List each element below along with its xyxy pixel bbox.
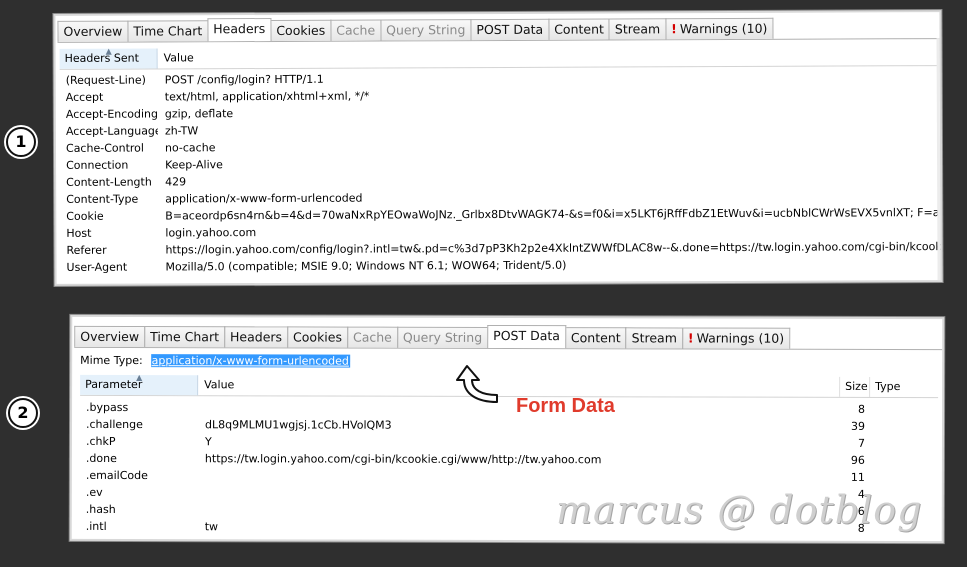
column-type[interactable]: Type <box>869 376 939 398</box>
tab-cache[interactable]: Cache <box>330 19 382 41</box>
column-parameter[interactable]: ▲ Parameter <box>80 373 199 396</box>
header-name: Referer <box>66 243 107 257</box>
tab-stream[interactable]: Stream <box>608 18 667 40</box>
tab-label: Time Chart <box>133 23 203 39</box>
tab-overview[interactable]: Overview <box>57 20 129 42</box>
exclamation-icon: ! <box>687 330 694 346</box>
tab-label: Cookies <box>293 329 343 345</box>
param-name: .hash <box>85 502 116 516</box>
tab-warnings-10[interactable]: ! Warnings (10) <box>681 327 791 349</box>
param-size: 39 <box>850 419 866 433</box>
watermark: marcus @ dotblog <box>556 488 923 532</box>
curved-arrow-up-icon <box>456 365 498 403</box>
column-value[interactable]: Value <box>199 375 839 397</box>
header-value: Mozilla/5.0 (compatible; MSIE 9.0; Windo… <box>165 258 567 274</box>
header-name: Accept-Encoding <box>65 107 158 121</box>
tab-label: Cookies <box>276 22 326 38</box>
headers-column-header: ▲ Headers Sent Value <box>59 45 940 70</box>
form-data-annotation: Form Data <box>516 395 615 417</box>
tab-label: Cache <box>336 22 376 38</box>
param-name: .emailCode <box>85 468 148 483</box>
header-name: (Request-Line) <box>65 73 146 87</box>
headers-panel: Overview Time Chart Headers Cookies Cache Que… <box>55 12 941 284</box>
tab-time-chart[interactable]: Time Chart <box>144 326 226 348</box>
header-name: User-Agent <box>66 260 128 274</box>
header-name: Accept <box>65 90 104 104</box>
param-name: .intl <box>85 519 107 533</box>
tab-label: Warnings (10) <box>696 330 785 346</box>
mime-type-value[interactable]: application/x-www-form-urlencoded <box>150 354 350 368</box>
param-name: .challenge <box>85 417 143 432</box>
param-value: Y <box>204 435 212 449</box>
tab-label: Query String <box>402 329 483 345</box>
tab-content[interactable]: Content <box>564 327 627 349</box>
tab-label: Headers <box>230 329 283 345</box>
param-name: .ev <box>85 485 103 499</box>
param-name: .bypass <box>86 400 129 415</box>
tab-post-data[interactable]: POST Data <box>470 18 550 41</box>
header-name: Cookie <box>66 209 104 223</box>
tab-label: POST Data <box>476 21 544 38</box>
param-size: 96 <box>850 453 865 467</box>
tab-label: POST Data <box>493 327 560 344</box>
vertical-scrollbar[interactable] <box>936 38 941 281</box>
tab-headers[interactable]: Headers <box>207 17 272 42</box>
step-2-badge: 2 <box>8 398 38 428</box>
column-headers-sent[interactable]: ▲ Headers Sent <box>59 47 158 69</box>
inspector-tab-bar: Overview Time Chart Headers Cookies Cache Que… <box>74 324 943 351</box>
tab-stream[interactable]: Stream <box>625 327 683 349</box>
tab-label: Stream <box>614 21 661 37</box>
param-size: 11 <box>850 470 865 484</box>
param-name: .chkP <box>85 434 116 448</box>
tab-query-string[interactable]: Query String <box>380 19 472 41</box>
sort-ascending-icon: ▲ <box>136 373 143 383</box>
tab-label: Time Chart <box>150 329 220 345</box>
tab-label: Content <box>554 21 604 37</box>
tab-label: Headers <box>213 21 266 37</box>
tab-label: Warnings (10) <box>679 20 768 37</box>
param-size: 7 <box>857 436 865 450</box>
tab-content[interactable]: Content <box>548 18 610 40</box>
param-value: https://tw.login.yahoo.com/cgi-bin/kcook… <box>204 452 602 467</box>
exclamation-icon: ! <box>671 21 677 37</box>
inspector-tab-bar: Overview Time Chart Headers Cookies Cache Que… <box>57 16 940 43</box>
tab-label: Cache <box>352 329 392 345</box>
header-name: Content-Type <box>66 192 139 206</box>
tab-warnings-10[interactable]: ! Warnings (10) <box>665 17 774 40</box>
tab-overview[interactable]: Overview <box>74 325 146 348</box>
tab-label: Content <box>570 330 621 346</box>
param-value: dL8q9MLMU1wgjsj.1cCb.HVolQM3 <box>204 418 392 432</box>
tab-cookies[interactable]: Cookies <box>287 326 349 348</box>
tab-time-chart[interactable]: Time Chart <box>127 20 209 42</box>
tab-cache[interactable]: Cache <box>346 326 398 348</box>
column-size[interactable]: Size <box>839 376 870 397</box>
tab-cookies[interactable]: Cookies <box>270 19 332 41</box>
header-row[interactable]: User-Agent Mozilla/5.0 (compatible; MSIE … <box>60 255 940 276</box>
header-name: Host <box>66 226 92 240</box>
tab-query-string[interactable]: Query String <box>396 326 489 348</box>
sort-ascending-icon: ▲ <box>105 46 112 56</box>
step-1-badge: 1 <box>6 127 36 157</box>
header-name: Connection <box>66 158 129 172</box>
tab-label: Overview <box>63 23 123 39</box>
param-size: 8 <box>858 402 866 416</box>
header-name: Content-Length <box>66 175 152 189</box>
header-name: Cache-Control <box>65 141 144 155</box>
tab-label: Stream <box>631 330 677 346</box>
headers-list: (Request-Line) POST /config/login? HTTP/1… <box>60 68 941 276</box>
tab-label: Overview <box>80 328 140 345</box>
param-name: .done <box>85 451 117 465</box>
tab-headers[interactable]: Headers <box>223 326 289 348</box>
header-name: Accept-Language <box>65 124 158 138</box>
tab-post-data[interactable]: POST Data <box>487 324 566 349</box>
column-value[interactable]: Value <box>159 45 940 68</box>
mime-type-label: Mime Type: <box>80 353 143 368</box>
mime-type-row: Mime Type: application/x-www-form-urlenco… <box>80 353 350 370</box>
tab-label: Query String <box>386 22 466 38</box>
